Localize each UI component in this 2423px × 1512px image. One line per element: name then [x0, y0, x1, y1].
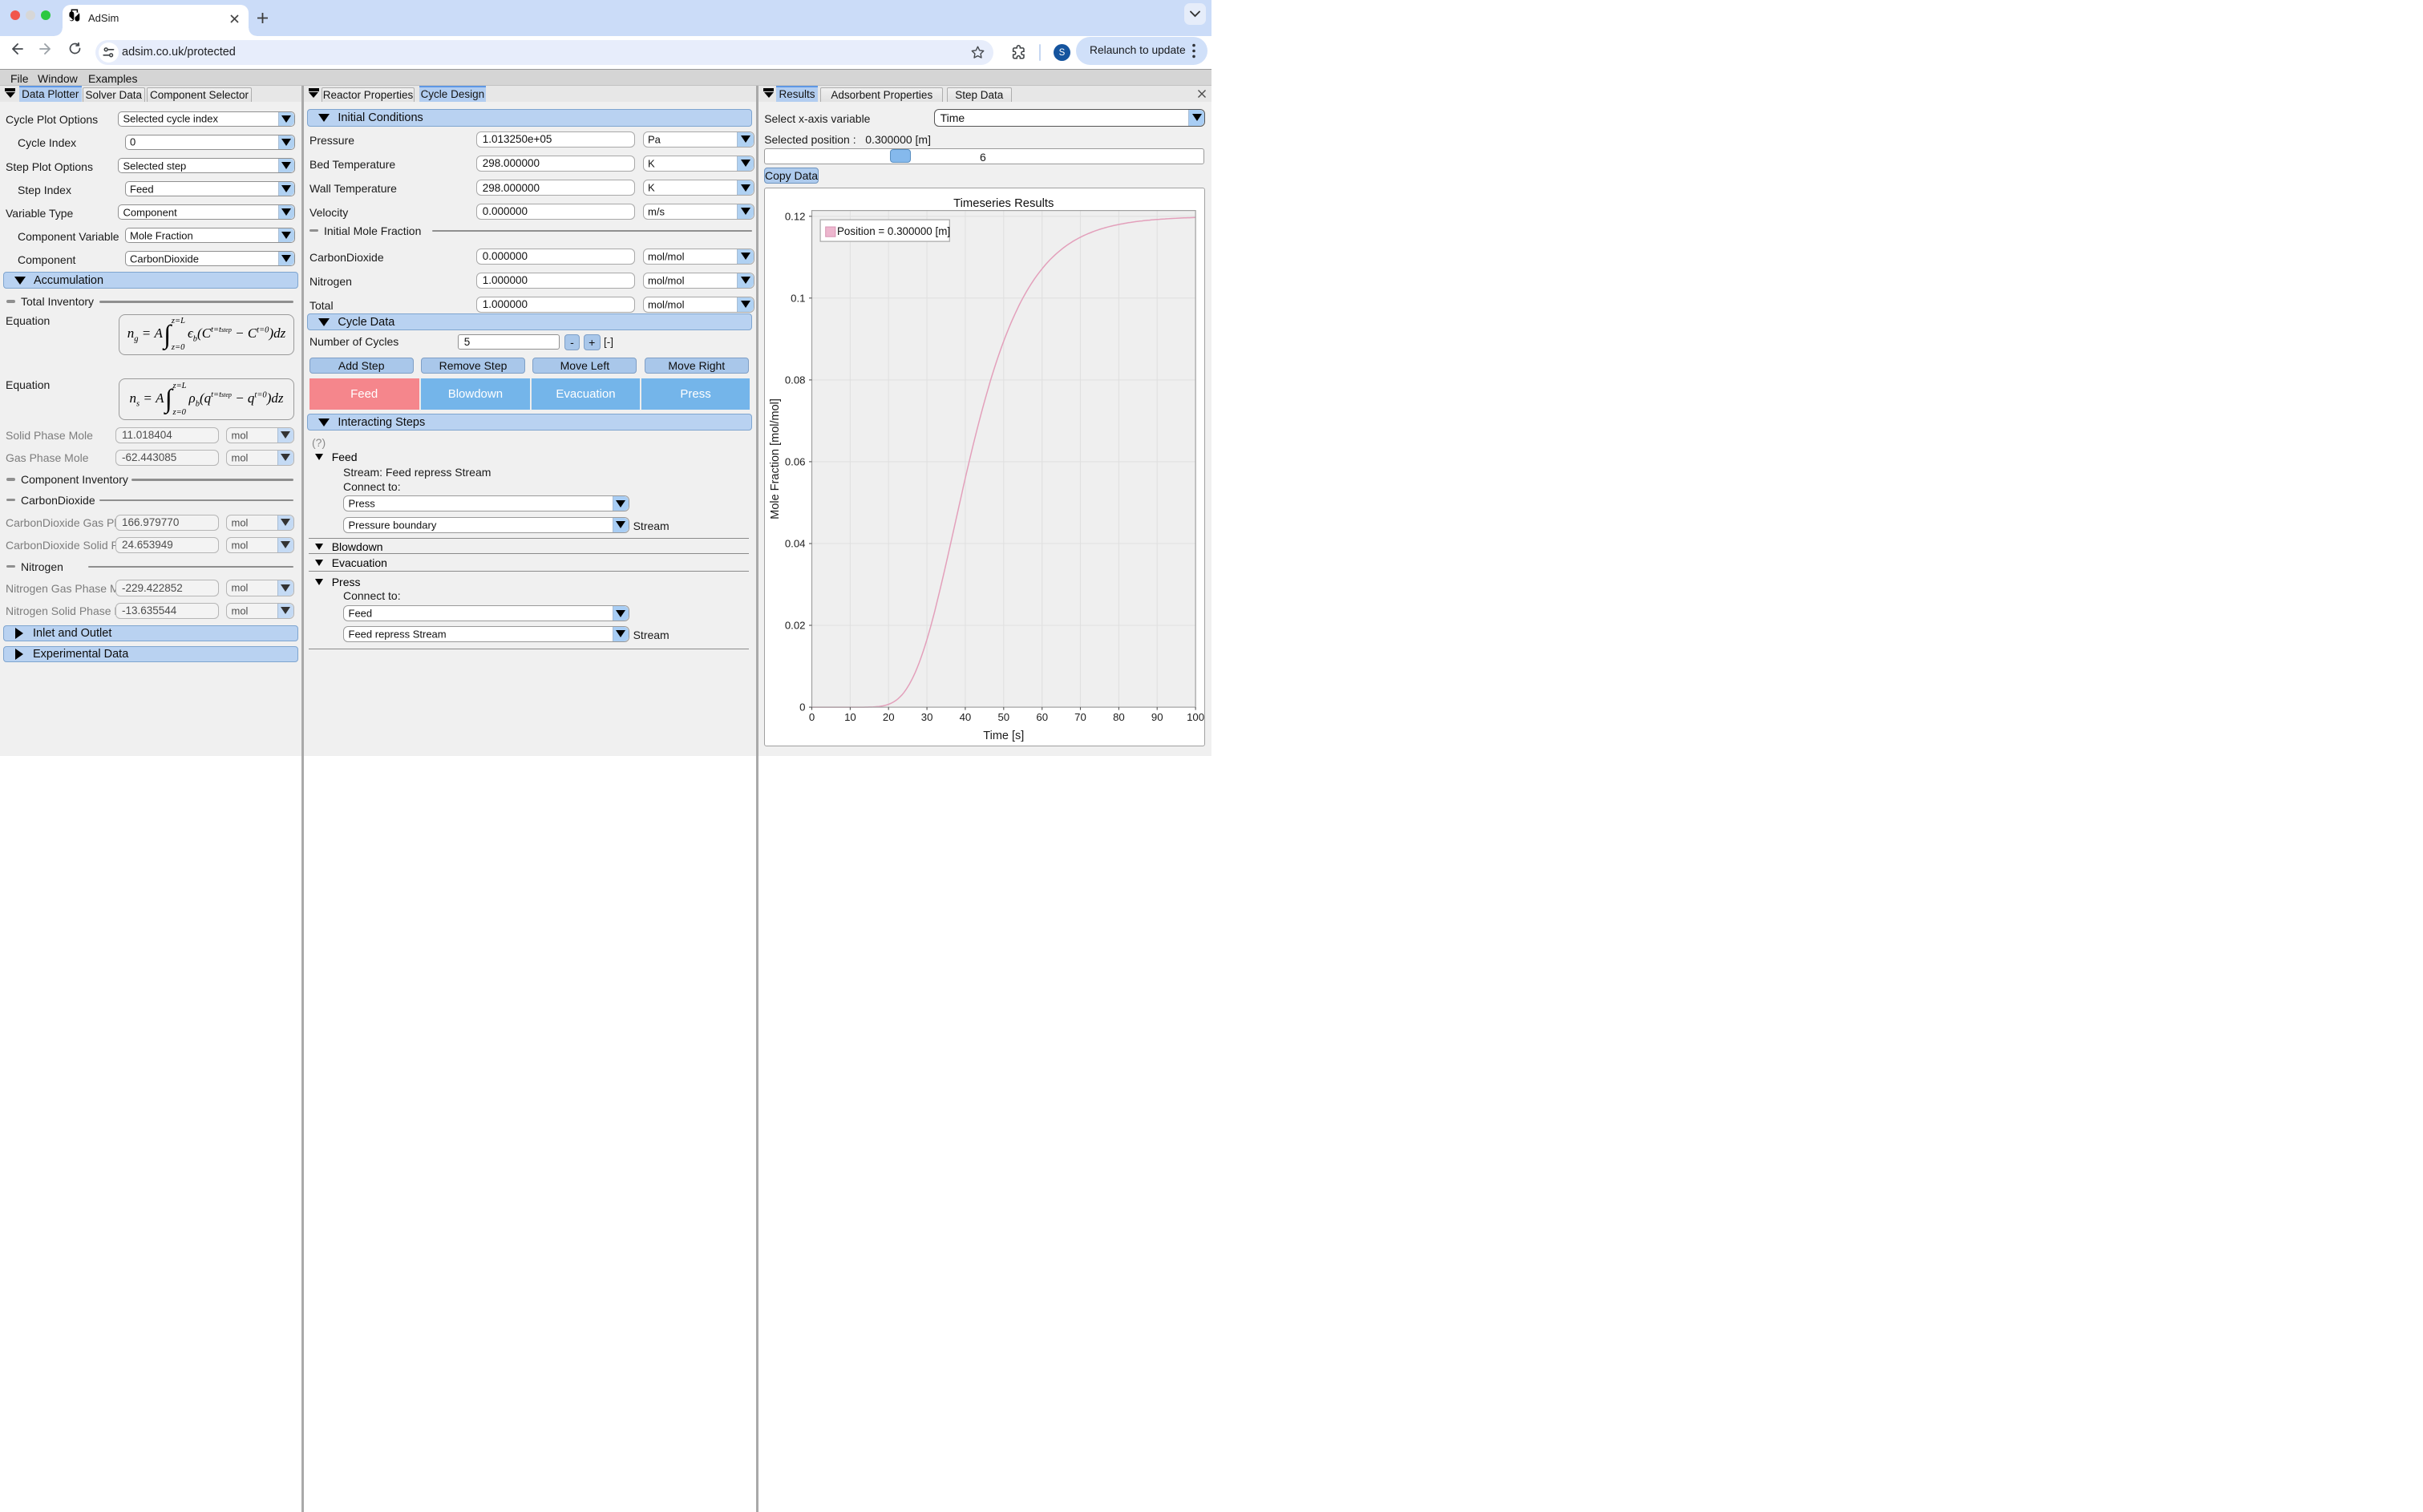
- svg-text:70: 70: [1074, 711, 1086, 723]
- svg-text:0: 0: [809, 711, 815, 723]
- svg-text:90: 90: [1151, 711, 1163, 723]
- svg-text:30: 30: [921, 711, 933, 723]
- svg-text:Position = 0.300000 [m]: Position = 0.300000 [m]: [837, 225, 950, 237]
- svg-text:Timeseries Results: Timeseries Results: [953, 197, 1054, 210]
- svg-text:20: 20: [883, 711, 895, 723]
- svg-text:50: 50: [998, 711, 1010, 723]
- svg-text:0: 0: [799, 701, 805, 714]
- svg-text:0.02: 0.02: [785, 620, 806, 632]
- svg-text:Mole Fraction [mol/mol]: Mole Fraction [mol/mol]: [769, 398, 782, 519]
- svg-text:0.04: 0.04: [785, 538, 806, 550]
- svg-text:0.1: 0.1: [791, 293, 805, 305]
- svg-text:0.12: 0.12: [785, 211, 806, 223]
- svg-text:60: 60: [1037, 711, 1049, 723]
- svg-text:40: 40: [960, 711, 972, 723]
- svg-text:10: 10: [844, 711, 856, 723]
- svg-text:Time [s]: Time [s]: [983, 730, 1024, 742]
- svg-text:100: 100: [1187, 711, 1204, 723]
- svg-text:0.06: 0.06: [785, 456, 806, 468]
- svg-text:0.08: 0.08: [785, 374, 806, 386]
- svg-text:80: 80: [1113, 711, 1125, 723]
